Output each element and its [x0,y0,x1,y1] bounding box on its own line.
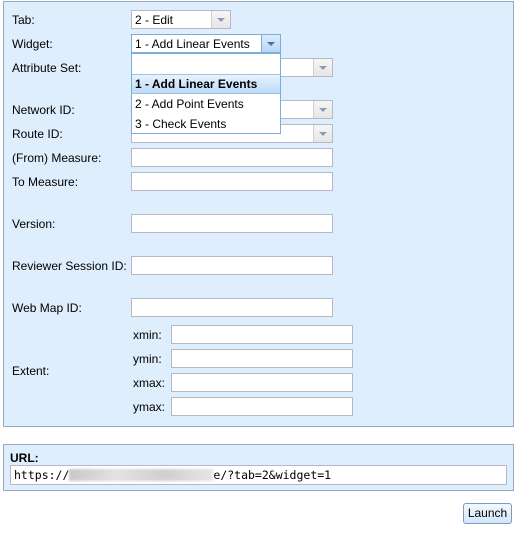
url-label: URL: [10,451,39,465]
web-map-id-label: Web Map ID: [12,301,82,315]
url-prefix: https:// [14,468,70,482]
xmin-input[interactable] [171,325,353,344]
tab-select-value: 2 - Edit [135,13,174,27]
widget-label: Widget: [12,37,53,51]
widget-dropdown-list: 1 - Add Linear Events 2 - Add Point Even… [131,53,281,134]
chevron-down-icon[interactable] [313,125,332,142]
dropdown-option-check-events[interactable]: 3 - Check Events [132,114,280,134]
launch-button[interactable]: Launch [463,503,512,524]
to-measure-input[interactable] [131,172,333,191]
dropdown-option-add-linear-events[interactable]: 1 - Add Linear Events [132,74,280,94]
version-input[interactable] [131,214,333,233]
chevron-down-icon[interactable] [211,11,230,28]
ymin-label: ymin: [133,352,162,366]
chevron-down-icon[interactable] [261,35,280,52]
tab-select[interactable]: 2 - Edit [131,10,231,29]
redacted-host [69,469,214,481]
extent-label: Extent: [12,364,50,378]
network-id-label: Network ID: [12,103,75,117]
version-label: Version: [12,217,56,231]
chevron-down-icon[interactable] [313,101,332,118]
ymax-label: ymax: [133,400,166,414]
ymax-input[interactable] [171,397,353,416]
chevron-down-icon[interactable] [313,59,332,76]
from-measure-input[interactable] [131,148,333,167]
url-suffix: e/?tab=2&widget=1 [213,468,332,482]
widget-select[interactable]: 1 - Add Linear Events [131,34,281,53]
xmax-input[interactable] [171,373,353,392]
reviewer-session-id-label: Reviewer Session ID: [12,259,127,273]
widget-select-value: 1 - Add Linear Events [135,37,250,51]
dropdown-option-add-point-events[interactable]: 2 - Add Point Events [132,94,280,114]
from-measure-label: (From) Measure: [12,151,102,165]
url-input[interactable]: https:// e/?tab=2&widget=1 [10,465,507,485]
xmin-label: xmin: [133,328,162,342]
ymin-input[interactable] [171,349,353,368]
tab-label: Tab: [12,13,35,27]
web-map-id-input[interactable] [131,298,333,317]
to-measure-label: To Measure: [12,175,79,189]
reviewer-session-id-input[interactable] [131,256,333,275]
dropdown-option-empty[interactable] [132,54,280,74]
xmax-label: xmax: [133,376,166,390]
url-panel: URL: https:// e/?tab=2&widget=1 [3,444,514,491]
attribute-set-label: Attribute Set: [12,61,82,75]
route-id-label: Route ID: [12,127,63,141]
